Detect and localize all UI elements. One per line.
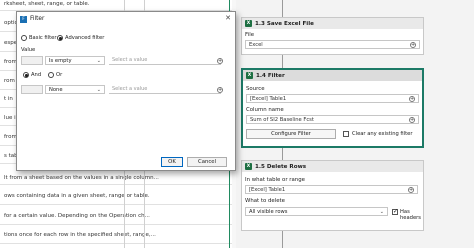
connector	[282, 231, 283, 248]
card-header: X 1.3 Save Excel File	[242, 18, 423, 29]
chevron-down-icon: ⌄	[96, 58, 101, 64]
add-icon[interactable]: +	[408, 186, 414, 193]
row1-field-select[interactable]	[21, 56, 43, 65]
list-item[interactable]: lt from a sheet based on the values in a…	[4, 175, 159, 181]
card-title: 1.5 Delete Rows	[255, 163, 307, 170]
source-label: Source	[246, 86, 265, 92]
excel-icon: X	[245, 163, 252, 170]
list-item[interactable]: t in	[4, 96, 13, 102]
configure-filter-button[interactable]: Configure Filter	[246, 129, 336, 139]
table-range-field[interactable]: [Excel] Table1 +	[245, 185, 418, 194]
connector	[282, 0, 283, 17]
source-value: [Excel] Table1	[250, 95, 287, 102]
divider	[0, 243, 232, 244]
list-item[interactable]: from	[4, 134, 17, 140]
add-icon[interactable]: +	[217, 86, 223, 93]
file-value: Excel	[249, 41, 263, 48]
card-header: X 1.5 Delete Rows	[242, 161, 423, 172]
file-field[interactable]: Excel +	[245, 40, 420, 49]
save-excel-card[interactable]: X 1.3 Save Excel File File Excel +	[241, 17, 424, 55]
source-field[interactable]: [Excel] Table1 +	[246, 94, 419, 103]
what-to-delete-select[interactable]: All visible rows ⌄	[245, 207, 388, 216]
column-name-value: Sum of SI2 Baseline Fcst	[250, 116, 314, 123]
row2-value-placeholder: Select a value	[112, 86, 148, 92]
card-title: 1.4 Filter	[256, 72, 285, 79]
row1-value-input[interactable]: Select a value	[109, 56, 221, 65]
list-item[interactable]: rksheet, sheet, range, or table.	[4, 1, 90, 7]
card-header: X 1.4 Filter	[243, 70, 422, 81]
filter-app-icon: F	[20, 15, 27, 23]
list-item[interactable]: ows containing data in a given sheet, ra…	[4, 193, 150, 199]
connector	[282, 55, 283, 68]
basic-filter-label: Basic filter	[29, 35, 57, 41]
add-icon[interactable]: +	[217, 57, 223, 64]
dialog-title: Filter	[30, 16, 45, 22]
list-item[interactable]: tions once for each row in the specified…	[4, 232, 156, 238]
advanced-filter-label: Advanced filter	[65, 35, 105, 41]
what-to-delete-label: What to delete	[245, 198, 285, 204]
list-item[interactable]: for a certain value. Depending on the Op…	[4, 213, 150, 219]
ok-button[interactable]: OK	[161, 157, 183, 167]
chevron-down-icon: ⌄	[379, 209, 384, 215]
card-title: 1.3 Save Excel File	[255, 20, 314, 27]
dialog-titlebar[interactable]: F Filter	[17, 12, 235, 26]
clear-filter-checkbox[interactable]	[343, 131, 349, 137]
column-name-label: Column name	[246, 107, 284, 113]
excel-icon: X	[245, 20, 252, 27]
or-label: Or	[56, 72, 63, 78]
clear-filter-label: Clear any existing filter	[352, 131, 413, 137]
and-radio[interactable]	[23, 72, 29, 78]
cancel-button[interactable]: Cancel	[187, 157, 227, 167]
chevron-down-icon: ⌄	[96, 87, 101, 93]
and-label: And	[31, 72, 42, 78]
table-range-label: In what table or range	[245, 177, 305, 183]
has-headers-checkbox[interactable]	[392, 208, 398, 215]
basic-filter-radio[interactable]	[21, 35, 27, 41]
add-icon[interactable]: +	[409, 95, 415, 102]
value-label: Value	[21, 47, 36, 53]
row2-field-select[interactable]	[21, 85, 43, 94]
filter-card[interactable]: X 1.4 Filter Source [Excel] Table1 + Col…	[241, 68, 424, 148]
row1-value-placeholder: Select a value	[112, 57, 148, 63]
filter-dialog: F Filter ✕ Basic filter Advanced filter …	[16, 11, 236, 171]
row1-operator-select[interactable]: Is empty ⌄	[45, 56, 105, 65]
close-icon[interactable]: ✕	[225, 14, 231, 22]
connector	[282, 148, 283, 160]
file-label: File	[245, 32, 255, 38]
row2-operator-select[interactable]: None ⌄	[45, 85, 105, 94]
delete-rows-card[interactable]: X 1.5 Delete Rows In what table or range…	[241, 160, 424, 231]
row1-operator-value: Is empty	[49, 57, 72, 64]
divider	[0, 204, 232, 205]
table-range-value: [Excel] Table1	[249, 186, 286, 193]
what-to-delete-value: All visible rows	[249, 208, 288, 215]
excel-icon: X	[246, 72, 253, 79]
has-headers-label: Has headers	[400, 209, 421, 221]
divider	[0, 184, 232, 185]
add-icon[interactable]: +	[410, 41, 416, 48]
divider	[0, 224, 232, 225]
add-icon[interactable]: +	[409, 116, 415, 123]
advanced-filter-radio[interactable]	[57, 35, 63, 41]
row2-operator-value: None	[49, 86, 63, 93]
or-radio[interactable]	[48, 72, 54, 78]
column-name-field[interactable]: Sum of SI2 Baseline Fcst +	[246, 115, 419, 124]
row2-value-input[interactable]: Select a value	[109, 85, 221, 94]
